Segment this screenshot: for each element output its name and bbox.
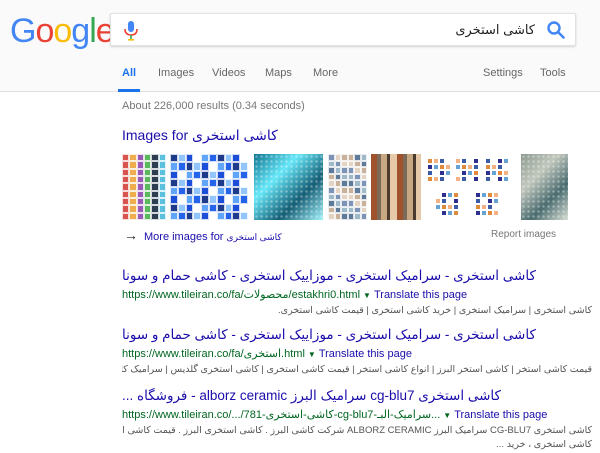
thumb-pool-water[interactable]	[254, 154, 323, 220]
search-tabs: All Images Videos Maps More Settings Too…	[0, 62, 600, 92]
thumb-tile-store[interactable]	[371, 154, 421, 220]
report-images-link[interactable]: Report images	[491, 229, 556, 240]
search-result: کاشی استخری - سرامیک استخری - موزاییک اس…	[122, 327, 592, 377]
dropdown-triangle-icon[interactable]: ▼	[308, 350, 316, 359]
more-images-prefix[interactable]: More images for	[144, 231, 227, 243]
result-title[interactable]: کاشی استخری cg-blu7 سرامیک البرز alborz …	[122, 388, 592, 404]
thumb-small-tiles[interactable]	[427, 154, 513, 220]
result-url-line: https://www.tileiran.co/fa/استخری.html ▼ T…	[122, 347, 592, 360]
mic-icon[interactable]	[123, 20, 139, 42]
result-snippet: کاشی استخری CG-BLU7 سرامیک البرز ALBORZ …	[122, 425, 592, 436]
search-result: کاشی استخری cg-blu7 سرامیک البرز alborz …	[122, 388, 592, 452]
images-heading[interactable]: Images for کاشی استخری	[122, 127, 278, 144]
translate-link[interactable]: Translate this page	[454, 409, 547, 421]
translate-link[interactable]: Translate this page	[319, 348, 412, 360]
logo-letter: G	[10, 12, 36, 50]
logo-letter: o	[53, 12, 72, 50]
result-url-line: https://www.tileiran.co/fa/محصولات/estak…	[122, 288, 592, 301]
tab-maps[interactable]: Maps	[265, 67, 292, 79]
thumb-blue-mosaic[interactable]	[170, 154, 248, 220]
result-title[interactable]: کاشی استخری - سرامیک استخری - موزاییک اس…	[122, 268, 592, 284]
search-input[interactable]: کاشی استخری	[455, 22, 535, 38]
tab-more[interactable]: More	[313, 67, 338, 79]
arrow-right-icon: →	[124, 227, 138, 243]
dropdown-triangle-icon[interactable]: ▼	[363, 291, 371, 300]
result-stats: About 226,000 results (0.34 seconds)	[122, 100, 305, 112]
search-header: Google کاشی استخری All Images Videos Map…	[0, 0, 600, 92]
result-url[interactable]: https://www.tileiran.co/fa/استخری.html	[122, 348, 305, 360]
thumb-pool-tiles[interactable]	[521, 154, 568, 220]
thumb-pastel-mosaic[interactable]	[328, 154, 367, 220]
more-images-query[interactable]: کاشی استخری	[227, 232, 282, 242]
tab-videos[interactable]: Videos	[212, 67, 245, 79]
search-box[interactable]: کاشی استخری	[110, 13, 576, 46]
google-logo[interactable]: Google	[10, 12, 115, 51]
logo-letter: o	[35, 12, 54, 50]
result-snippet: قیمت کاشی استخر | کاشی استخر البرز | انو…	[122, 364, 592, 375]
logo-letter: g	[71, 12, 90, 50]
active-tab-indicator	[118, 89, 140, 92]
magnifier-icon[interactable]	[545, 19, 567, 41]
translate-link[interactable]: Translate this page	[374, 289, 467, 301]
result-url-line: https://www.tileiran.co/.../781-کاشی-است…	[122, 408, 592, 421]
result-snippet: کاشی استخری | سرامیک استخری | خرید کاشی …	[278, 305, 592, 316]
more-images-link[interactable]: → More images for کاشی استخری	[124, 227, 282, 243]
result-url[interactable]: https://www.tileiran.co/fa/محصولات/estak…	[122, 289, 360, 301]
tab-settings[interactable]: Settings	[483, 67, 523, 79]
tab-tools[interactable]: Tools	[540, 67, 566, 79]
images-heading-prefix[interactable]: Images for	[122, 127, 192, 143]
thumb-colorful-mosaic[interactable]	[122, 154, 166, 220]
result-url[interactable]: https://www.tileiran.co/.../781-کاشی-است…	[122, 409, 440, 421]
tab-images[interactable]: Images	[158, 67, 194, 79]
result-snippet-continued: کاشی استخری ، خرید ...	[496, 439, 592, 450]
search-result: کاشی استخری - سرامیک استخری - موزاییک اس…	[122, 268, 592, 318]
result-title[interactable]: کاشی استخری - سرامیک استخری - موزاییک اس…	[122, 327, 592, 343]
tab-all[interactable]: All	[122, 67, 136, 79]
dropdown-triangle-icon[interactable]: ▼	[443, 411, 451, 420]
images-heading-query[interactable]: کاشی استخری	[192, 127, 278, 143]
